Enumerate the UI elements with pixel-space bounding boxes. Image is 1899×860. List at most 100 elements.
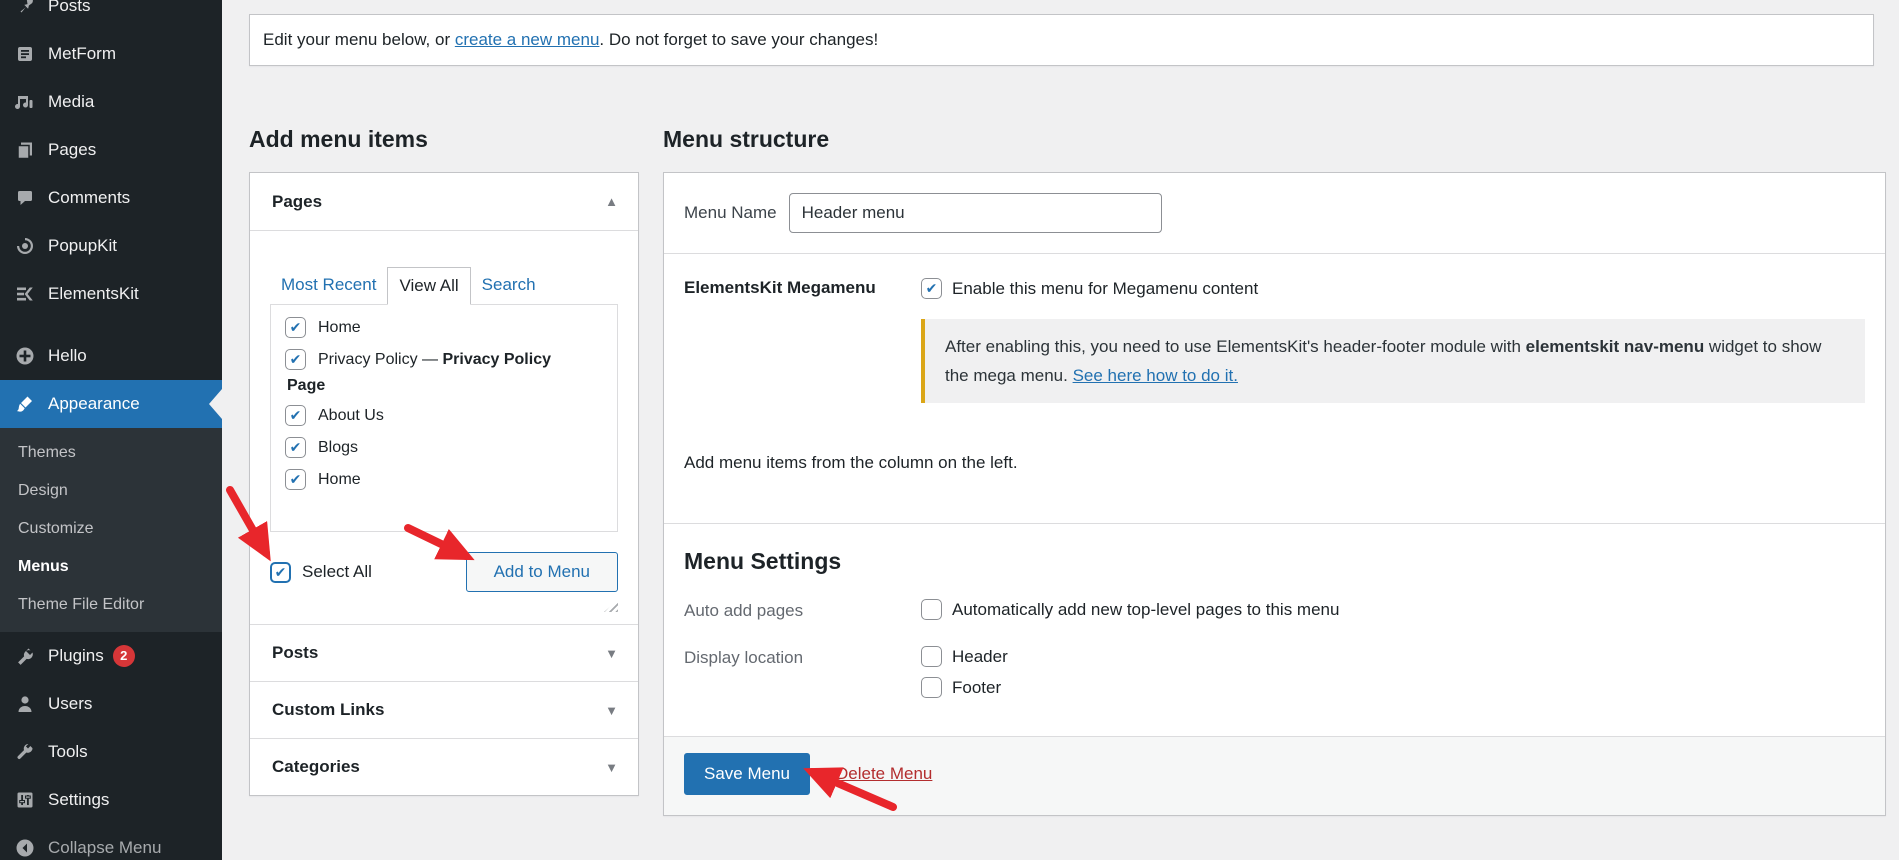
auto-add-pages-option[interactable]: Automatically add new top-level pages to…	[921, 599, 1339, 620]
submenu-label: Theme File Editor	[18, 596, 145, 613]
sidebar-item-plugins[interactable]: Plugins 2	[0, 632, 222, 680]
pages-icon	[14, 139, 36, 161]
notice-text-post: . Do not forget to save your changes!	[599, 30, 879, 49]
menu-name-input[interactable]	[788, 193, 1162, 233]
appearance-submenu: Themes Design Customize Menus Theme File…	[0, 428, 222, 632]
sidebar-item-settings[interactable]: Settings	[0, 776, 222, 824]
footer-location-checkbox[interactable]	[921, 677, 942, 698]
megamenu-row: ElementsKit Megamenu Enable this menu fo…	[664, 254, 1885, 437]
page-checklist-item[interactable]: Privacy Policy — Privacy Policy	[285, 349, 607, 370]
megamenu-enable-label: Enable this menu for Megamenu content	[952, 278, 1259, 298]
submenu-label: Design	[18, 482, 68, 499]
page-checklist-item[interactable]: Blogs	[285, 437, 607, 458]
sidebar-item-label: Appearance	[48, 394, 140, 413]
warning-bold-text: elementskit nav-menu	[1525, 337, 1705, 356]
wrench-icon	[14, 741, 36, 763]
sidebar-item-tools[interactable]: Tools	[0, 728, 222, 776]
page-checkbox[interactable]	[285, 437, 306, 458]
page-checklist-item[interactable]: About Us	[285, 405, 607, 426]
submenu-label: Customize	[18, 520, 94, 537]
menu-items-accordion: Pages ▲ Most Recent View All Search ✔ Ho…	[249, 172, 639, 796]
auto-add-pages-checkbox[interactable]	[921, 599, 942, 620]
sidebar-item-appearance[interactable]: Appearance	[0, 380, 222, 428]
sidebar-item-pages[interactable]: Pages	[0, 126, 222, 174]
select-all-row: Select All Add to Menu	[270, 552, 618, 592]
edit-menu-notice: Edit your menu below, or create a new me…	[249, 14, 1874, 66]
accordion-header-posts[interactable]: Posts ▼	[250, 624, 638, 681]
accordion-header-custom-links[interactable]: Custom Links ▼	[250, 681, 638, 738]
menu-name-row: Menu Name	[664, 173, 1885, 254]
accordion-title: Custom Links	[272, 700, 385, 719]
menu-structure-panel: Menu Name ElementsKit Megamenu Enable th…	[663, 172, 1886, 816]
megamenu-enable-option[interactable]: Enable this menu for Megamenu content	[921, 278, 1865, 299]
sidebar-item-theme-file-editor[interactable]: Theme File Editor	[0, 586, 222, 624]
circle-plus-icon	[14, 345, 36, 367]
plugin-icon	[14, 645, 36, 667]
pages-accordion-body: Most Recent View All Search Home P	[250, 230, 638, 624]
tab-search[interactable]: Search	[471, 267, 547, 305]
sidebar-item-label: PopupKit	[48, 236, 117, 255]
menu-actions-footer: Save Menu Delete Menu	[664, 736, 1885, 815]
accordion-header-categories[interactable]: Categories ▼	[250, 738, 638, 795]
sidebar-item-label: Comments	[48, 188, 131, 207]
sidebar-item-collapse-menu[interactable]: Collapse Menu	[0, 824, 222, 860]
sidebar-item-metform[interactable]: MetForm	[0, 30, 222, 78]
auto-add-pages-row: Auto add pages Automatically add new top…	[684, 599, 1865, 630]
header-location-checkbox[interactable]	[921, 646, 942, 667]
page-item-label-wrapped: Page	[287, 377, 326, 394]
page-item-label: Home	[318, 318, 361, 336]
sidebar-item-customize[interactable]: Customize	[0, 510, 222, 548]
sidebar-item-comments[interactable]: Comments	[0, 174, 222, 222]
sidebar-item-menus[interactable]: Menus	[0, 548, 222, 586]
drop-hint-row: Add menu items from the column on the le…	[664, 437, 1885, 524]
admin-sidebar: Posts MetForm Media Pages Comments Popup…	[0, 0, 222, 860]
display-location-footer-option[interactable]: Footer	[921, 677, 1008, 698]
sidebar-item-label: Users	[48, 694, 93, 713]
page-checkbox[interactable]	[285, 317, 306, 338]
plugins-update-count-badge: 2	[112, 645, 135, 667]
delete-menu-link[interactable]: Delete Menu	[836, 764, 932, 784]
page-checklist-item[interactable]: Home	[285, 317, 607, 338]
wordpress-admin-menus-page: Posts MetForm Media Pages Comments Popup…	[0, 0, 1899, 860]
sidebar-item-design[interactable]: Design	[0, 472, 222, 510]
select-all-label: Select All	[302, 562, 372, 581]
select-all-checkbox[interactable]	[270, 561, 291, 583]
page-checklist-item[interactable]: Home	[285, 469, 607, 490]
resize-handle[interactable]	[604, 600, 618, 612]
save-menu-button[interactable]: Save Menu	[684, 753, 810, 795]
page-checkbox[interactable]	[285, 469, 306, 490]
accordion-header-pages[interactable]: Pages ▲	[250, 173, 638, 230]
sidebar-item-label: Media	[48, 92, 95, 111]
add-to-menu-button[interactable]: Add to Menu	[465, 552, 618, 592]
megamenu-enable-checkbox[interactable]	[921, 278, 942, 299]
sidebar-item-posts[interactable]: Posts	[0, 0, 222, 30]
page-item-label: Blogs	[318, 438, 359, 456]
sidebar-item-themes[interactable]: Themes	[0, 434, 222, 472]
tab-view-all[interactable]: View All	[387, 267, 471, 305]
pages-checklist: Home Privacy Policy — Privacy Policy Pag…	[270, 304, 618, 532]
see-how-link[interactable]: See here how to do it.	[1073, 366, 1238, 385]
accordion-title: Categories	[272, 757, 360, 776]
user-icon	[14, 693, 36, 715]
chevron-down-icon: ▼	[605, 702, 618, 718]
display-location-header-option[interactable]: Header	[921, 646, 1008, 667]
sidebar-item-media[interactable]: Media	[0, 78, 222, 126]
media-icon	[14, 91, 36, 113]
sidebar-item-hello[interactable]: Hello	[0, 332, 222, 380]
menu-structure-heading: Menu structure	[663, 126, 830, 152]
page-checkbox[interactable]	[285, 405, 306, 426]
sidebar-item-label: Collapse Menu	[48, 838, 162, 857]
page-checkbox[interactable]	[285, 349, 306, 370]
page-item-label: Privacy Policy — Privacy Policy	[318, 350, 551, 368]
sidebar-item-elementskit[interactable]: ElementsKit	[0, 270, 222, 318]
comment-icon	[14, 187, 36, 209]
create-new-menu-link[interactable]: create a new menu	[455, 30, 600, 49]
sidebar-item-popupkit[interactable]: PopupKit	[0, 222, 222, 270]
submenu-label: Menus	[18, 558, 69, 575]
sidebar-item-users[interactable]: Users	[0, 680, 222, 728]
menu-structure-column: Menu structure Menu Name ElementsKit Meg…	[663, 126, 1886, 816]
megamenu-warning-box: After enabling this, you need to use Ele…	[921, 319, 1865, 403]
tab-most-recent[interactable]: Most Recent	[270, 267, 387, 305]
pushpin-icon	[14, 0, 36, 17]
accordion-title: Posts	[272, 643, 319, 662]
